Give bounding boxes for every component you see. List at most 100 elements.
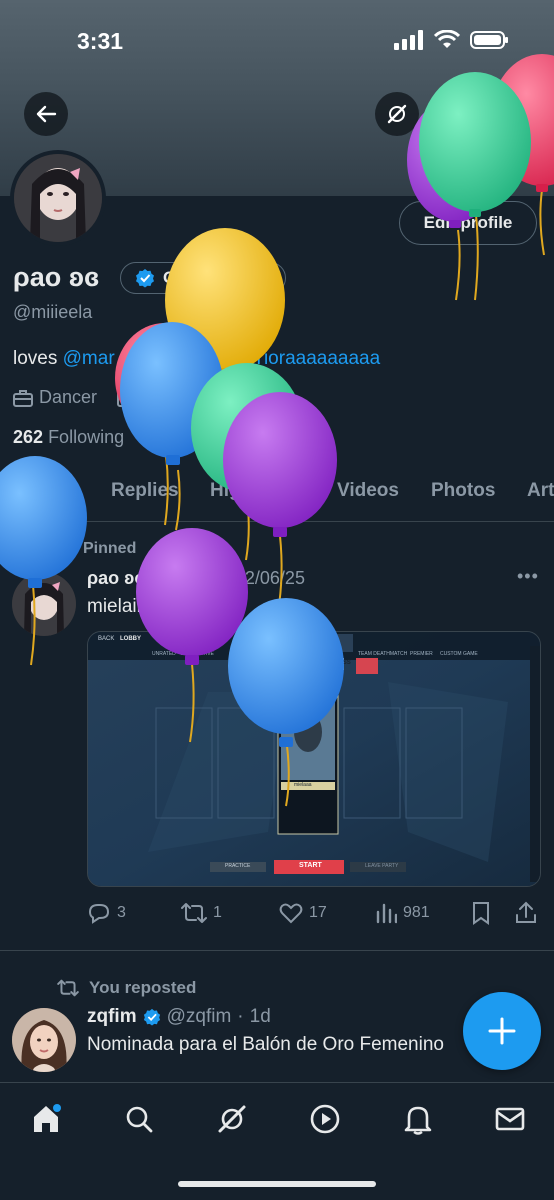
reposted-label: You reposted xyxy=(57,978,196,998)
post-author-handle[interactable]: @miiieela xyxy=(150,568,229,588)
profile-avatar[interactable] xyxy=(10,150,106,246)
post-text: mielaimmortal xyxy=(87,596,206,617)
repost-author-avatar[interactable] xyxy=(12,1008,76,1072)
play-icon xyxy=(310,1104,340,1134)
bookmark-button[interactable] xyxy=(471,901,491,925)
pin-icon xyxy=(57,540,73,557)
profile-tabs: Posts Replies Highlights Videos Photos A… xyxy=(0,466,554,522)
post-actions: 3 1 17 981 xyxy=(87,898,547,928)
nav-grok[interactable] xyxy=(212,1099,252,1139)
get-verified-button[interactable]: Get verified xyxy=(120,262,286,294)
post-header: ρao ʚɞ @miiieela·12/06/25 xyxy=(87,568,305,589)
nav-notifications[interactable] xyxy=(398,1099,438,1139)
follow-counts: 262 Following 243 Followers xyxy=(13,427,260,448)
battery-icon xyxy=(470,31,508,49)
followers-label: Followers xyxy=(183,427,261,447)
repost-button[interactable]: 1 xyxy=(181,902,222,924)
signal-icon xyxy=(394,30,423,50)
bio-mention-1[interactable]: @mar xyxy=(63,348,115,369)
search-icon xyxy=(126,1106,153,1133)
game-event-pass[interactable]: 5 YEARS EVENT PASS xyxy=(286,660,351,666)
reposted-text: You reposted xyxy=(89,978,197,997)
game-lobby-label: LOBBY xyxy=(120,636,141,642)
game-leave-button[interactable]: LEAVE PARTY xyxy=(365,863,398,869)
bookmark-icon xyxy=(473,902,489,925)
mail-icon xyxy=(495,1107,525,1131)
post-divider xyxy=(0,950,554,951)
wifi-icon xyxy=(434,30,460,48)
active-tab-indicator xyxy=(18,518,82,522)
tab-replies[interactable]: Replies xyxy=(111,480,179,502)
compose-button[interactable] xyxy=(463,992,541,1070)
briefcase-icon xyxy=(13,389,33,407)
post-media[interactable]: BACK LOBBY PLAY UNRATED COMPETITIVE CUST… xyxy=(87,631,541,887)
post-author-name[interactable]: ρao ʚɞ xyxy=(87,568,145,588)
nav-video[interactable] xyxy=(305,1099,345,1139)
joined-year: 2017 xyxy=(247,387,288,407)
views-icon xyxy=(376,903,397,924)
pinned-text: Pinned xyxy=(83,540,137,557)
game-mode-tdm[interactable]: TEAM DEATHMATCH xyxy=(358,651,407,657)
tab-photos[interactable]: Photos xyxy=(431,480,495,502)
profile-joined: 2017 xyxy=(117,387,287,408)
grok-icon xyxy=(387,104,407,124)
following-count: 262 xyxy=(13,427,44,447)
tab-art[interactable]: Art xyxy=(527,480,554,502)
like-count: 17 xyxy=(309,904,327,921)
tab-posts[interactable]: Posts xyxy=(21,480,73,502)
repost-count: 1 xyxy=(213,904,222,921)
views-button[interactable]: 981 xyxy=(375,902,430,924)
profile-bio: loves @mar meTioraaaaaaaaa xyxy=(13,348,380,370)
nav-home[interactable] xyxy=(26,1099,66,1139)
job-label: Dancer xyxy=(39,387,98,407)
balloon-red-mid xyxy=(115,323,215,433)
repost-icon xyxy=(181,903,207,923)
profile-handle: @miiieela xyxy=(13,302,93,322)
reply-button[interactable]: 3 xyxy=(87,902,126,924)
following-link[interactable]: 262 Following xyxy=(13,427,124,447)
grok-icon xyxy=(218,1105,246,1133)
bio-mention-2[interactable]: meTioraaaaaaaaa xyxy=(227,348,381,369)
post-date[interactable]: 12/06/25 xyxy=(235,568,305,588)
display-name: ρao ʚɞ xyxy=(13,262,100,292)
home-indicator xyxy=(178,1181,376,1187)
game-practice-button[interactable]: PRACTICE xyxy=(225,863,250,869)
repost-header: zqfim @zqfim · 1d xyxy=(87,1006,271,1028)
game-start-button[interactable]: START xyxy=(299,862,322,869)
edit-profile-button[interactable]: Edit profile xyxy=(399,201,537,245)
views-count: 981 xyxy=(403,904,430,921)
back-button[interactable] xyxy=(24,92,68,136)
game-mode-premier[interactable]: PREMIER xyxy=(410,651,433,657)
reply-count: 3 xyxy=(117,904,126,921)
repost-author-name[interactable]: zqfim xyxy=(87,1006,137,1028)
calendar-icon xyxy=(117,390,136,407)
like-icon xyxy=(279,903,303,924)
home-icon xyxy=(34,1104,61,1132)
more-icon[interactable]: ••• xyxy=(517,566,539,587)
game-back-label[interactable]: BACK xyxy=(98,636,114,642)
verified-badge-icon xyxy=(143,1008,160,1026)
repost-author-handle[interactable]: @zqfim xyxy=(167,1006,232,1028)
grok-button[interactable] xyxy=(375,92,419,136)
status-time: 3:31 xyxy=(77,28,124,54)
like-button[interactable]: 17 xyxy=(279,902,327,924)
game-mode-unrated[interactable]: UNRATED xyxy=(152,651,176,657)
tab-highlights[interactable]: Highlights xyxy=(210,480,303,502)
repost-dot: · xyxy=(237,1006,244,1027)
game-play-label[interactable]: PLAY xyxy=(298,636,319,645)
tab-videos[interactable]: Videos xyxy=(337,480,399,502)
repost-time[interactable]: 1d xyxy=(250,1006,271,1028)
status-icons xyxy=(394,30,510,50)
repost-indicator-icon xyxy=(57,979,79,997)
post-avatar[interactable] xyxy=(12,572,76,636)
game-mode-custom[interactable]: CUSTOM GAME xyxy=(440,651,478,657)
game-mode-competitive[interactable]: COMPETITIVE xyxy=(180,651,214,657)
share-button[interactable] xyxy=(515,901,537,925)
nav-messages[interactable] xyxy=(490,1099,530,1139)
verified-badge-icon xyxy=(136,269,154,288)
back-arrow-icon xyxy=(36,105,57,123)
nav-search[interactable] xyxy=(119,1099,159,1139)
followers-link[interactable]: 243 Followers xyxy=(148,427,260,447)
profile-meta: Dancer 2017 xyxy=(13,387,287,408)
repost-text: Nominada para el Balón de Oro Femenino xyxy=(87,1034,444,1055)
